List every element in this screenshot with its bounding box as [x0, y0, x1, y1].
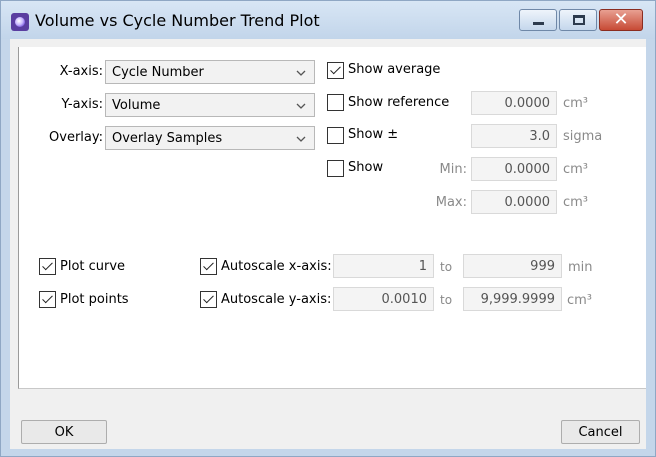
min-label: Min: — [439, 162, 467, 177]
max-unit: cm³ — [563, 195, 589, 210]
dialog-window: Volume vs Cycle Number Trend Plot ✕ X-ax… — [0, 0, 656, 457]
minimize-icon — [533, 22, 544, 25]
plot-curve-checkbox[interactable] — [39, 258, 56, 275]
autoscale-x-checkbox[interactable] — [200, 258, 217, 275]
app-icon — [11, 13, 29, 31]
plot-points-checkbox[interactable] — [39, 291, 56, 308]
x-from-field[interactable]: 1 — [333, 254, 434, 278]
title-bar[interactable]: Volume vs Cycle Number Trend Plot ✕ — [1, 1, 655, 39]
x-to-field[interactable]: 999 — [463, 254, 562, 278]
y-from-field[interactable]: 0.0010 — [333, 287, 434, 311]
plot-points-label: Plot points — [60, 292, 129, 307]
show-reference-checkbox[interactable] — [327, 94, 344, 111]
y-unit: cm³ — [567, 293, 593, 308]
chevron-down-icon — [296, 136, 306, 142]
plot-curve-label: Plot curve — [60, 259, 126, 274]
sigma-unit: sigma — [563, 129, 603, 144]
x-axis-label: X-axis: — [59, 64, 103, 79]
window-title: Volume vs Cycle Number Trend Plot — [35, 11, 320, 30]
y-to-field[interactable]: 9,999.9999 — [463, 287, 562, 311]
reference-value-field[interactable]: 0.0000 — [471, 91, 557, 115]
y-axis-select[interactable]: Volume — [105, 93, 315, 117]
chevron-down-icon — [296, 103, 306, 109]
y-axis-label: Y-axis: — [61, 97, 103, 112]
x-axis-select[interactable]: Cycle Number — [105, 60, 315, 84]
reference-unit: cm³ — [563, 96, 589, 111]
close-icon: ✕ — [613, 9, 629, 30]
ok-button[interactable]: OK — [21, 420, 107, 444]
min-unit: cm³ — [563, 162, 589, 177]
overlay-value: Overlay Samples — [112, 131, 223, 146]
maximize-button[interactable] — [559, 9, 597, 31]
y-axis-value: Volume — [112, 98, 161, 113]
show-average-label: Show average — [348, 62, 441, 77]
overlay-label: Overlay: — [49, 130, 103, 145]
x-unit: min — [568, 260, 593, 275]
overlay-select[interactable]: Overlay Samples — [105, 126, 315, 150]
sigma-value-field[interactable]: 3.0 — [471, 124, 557, 148]
show-pm-label: Show ± — [348, 127, 399, 142]
x-axis-value: Cycle Number — [112, 65, 204, 80]
max-label: Max: — [435, 195, 467, 210]
show-minmax-label: Show — [348, 160, 384, 175]
show-reference-label: Show reference — [348, 95, 450, 110]
maximize-icon — [573, 15, 585, 25]
dialog-client: X-axis: Cycle Number Y-axis: Volume Over… — [10, 39, 646, 449]
max-value-field[interactable]: 0.0000 — [471, 190, 557, 214]
show-average-checkbox[interactable] — [327, 62, 344, 79]
y-to-label: to — [440, 293, 453, 307]
show-pm-checkbox[interactable] — [327, 127, 344, 144]
x-to-label: to — [440, 260, 453, 274]
autoscale-x-label: Autoscale x-axis: — [221, 259, 332, 274]
show-minmax-checkbox[interactable] — [327, 160, 344, 177]
chevron-down-icon — [296, 70, 306, 76]
minimize-button[interactable] — [519, 9, 557, 31]
autoscale-y-checkbox[interactable] — [200, 291, 217, 308]
min-value-field[interactable]: 0.0000 — [471, 157, 557, 181]
autoscale-y-label: Autoscale y-axis: — [221, 292, 332, 307]
close-button[interactable]: ✕ — [599, 9, 643, 31]
settings-panel: X-axis: Cycle Number Y-axis: Volume Over… — [18, 47, 646, 389]
cancel-button[interactable]: Cancel — [561, 420, 640, 444]
